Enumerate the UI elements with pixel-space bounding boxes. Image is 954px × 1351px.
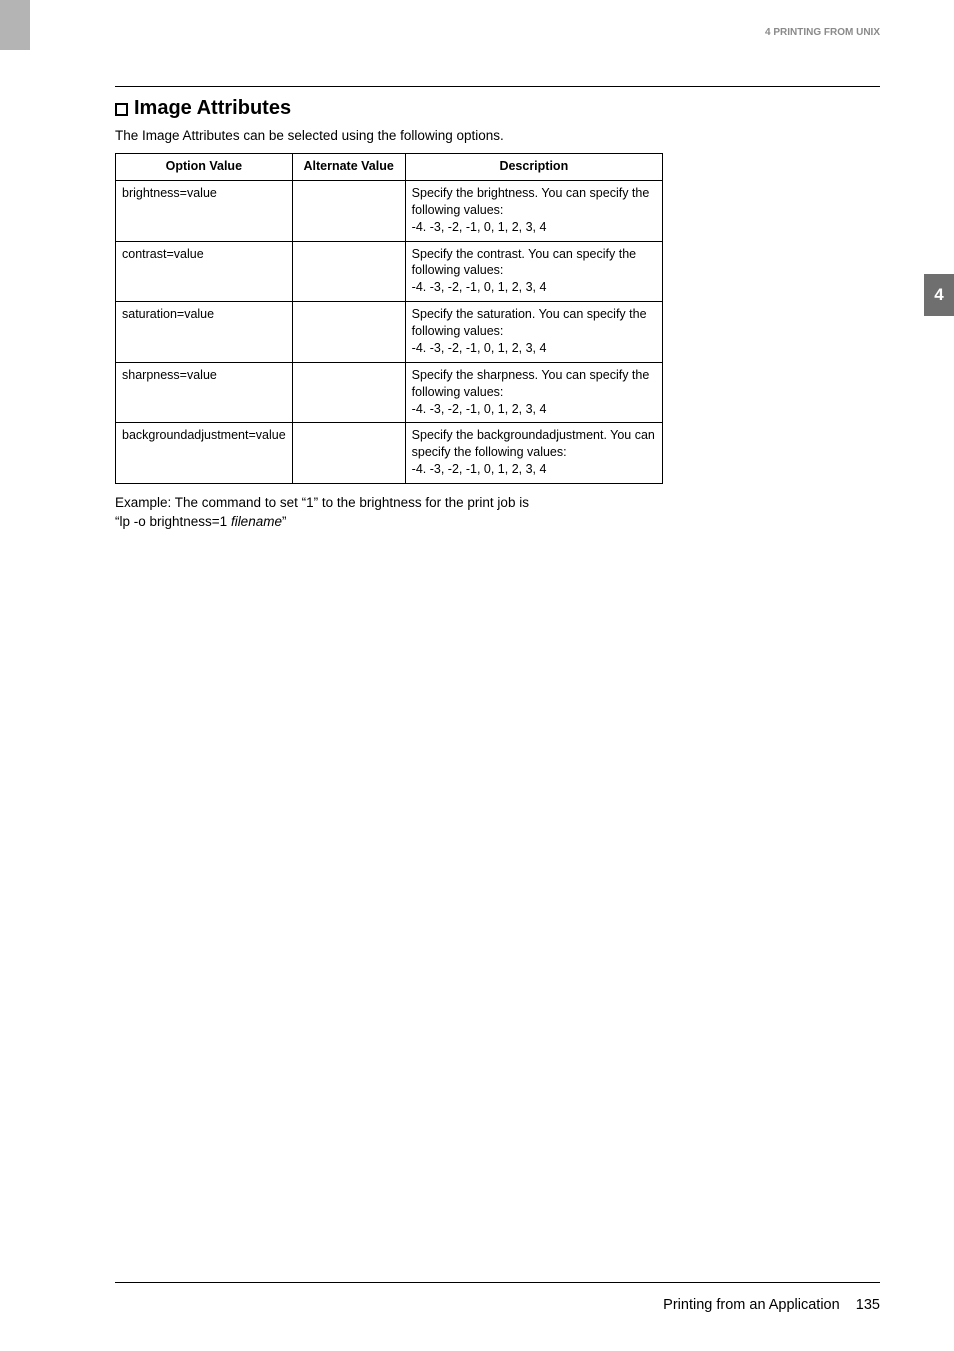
cell-option: sharpness=value <box>116 362 293 423</box>
col-header-option: Option Value <box>116 154 293 181</box>
desc-text-1: Specify the brightness. You can specify … <box>412 186 650 217</box>
example-line2-post: ” <box>282 514 287 529</box>
example-line1: Example: The command to set “1” to the b… <box>115 495 529 510</box>
cell-description: Specify the backgroundadjustment. You ca… <box>405 423 662 484</box>
desc-text-1: Specify the contrast. You can specify th… <box>412 247 636 278</box>
cell-alternate <box>292 302 405 363</box>
cell-alternate <box>292 362 405 423</box>
page-content: Image Attributes The Image Attributes ca… <box>115 86 880 531</box>
col-header-alternate: Alternate Value <box>292 154 405 181</box>
cell-option: saturation=value <box>116 302 293 363</box>
desc-text-1: Specify the saturation. You can specify … <box>412 307 647 338</box>
intro-text: The Image Attributes can be selected usi… <box>115 128 880 143</box>
desc-text-2: -4. -3, -2, -1, 0, 1, 2, 3, 4 <box>412 402 547 416</box>
example-line2-pre: “lp -o brightness=1 <box>115 514 231 529</box>
cell-description: Specify the sharpness. You can specify t… <box>405 362 662 423</box>
footer-text: Printing from an Application 135 <box>115 1297 880 1313</box>
header-bar: 4 PRINTING FROM UNIX <box>30 0 954 50</box>
square-bullet-icon <box>115 103 128 116</box>
table-row: brightness=value Specify the brightness.… <box>116 180 663 241</box>
desc-text-2: -4. -3, -2, -1, 0, 1, 2, 3, 4 <box>412 280 547 294</box>
table-header-row: Option Value Alternate Value Description <box>116 154 663 181</box>
table-row: backgroundadjustment=value Specify the b… <box>116 423 663 484</box>
desc-text-2: -4. -3, -2, -1, 0, 1, 2, 3, 4 <box>412 220 547 234</box>
table-row: contrast=value Specify the contrast. You… <box>116 241 663 302</box>
cell-alternate <box>292 423 405 484</box>
cell-option: contrast=value <box>116 241 293 302</box>
cell-alternate <box>292 180 405 241</box>
cell-option: backgroundadjustment=value <box>116 423 293 484</box>
example-text: Example: The command to set “1” to the b… <box>115 494 880 531</box>
desc-text-2: -4. -3, -2, -1, 0, 1, 2, 3, 4 <box>412 462 547 476</box>
cell-description: Specify the brightness. You can specify … <box>405 180 662 241</box>
footer-section-label: Printing from an Application <box>663 1297 840 1313</box>
section-title-row: Image Attributes <box>115 97 880 120</box>
example-line2-italic: filename <box>231 514 282 529</box>
cell-description: Specify the saturation. You can specify … <box>405 302 662 363</box>
side-chapter-tab: 4 <box>924 274 954 316</box>
table-row: saturation=value Specify the saturation.… <box>116 302 663 363</box>
chapter-header-label: 4 PRINTING FROM UNIX <box>765 27 880 38</box>
page-footer: Printing from an Application 135 <box>115 1282 880 1313</box>
table-row: sharpness=value Specify the sharpness. Y… <box>116 362 663 423</box>
left-stripe <box>0 0 30 50</box>
cell-option: brightness=value <box>116 180 293 241</box>
desc-text-1: Specify the backgroundadjustment. You ca… <box>412 428 655 459</box>
desc-text-1: Specify the sharpness. You can specify t… <box>412 368 650 399</box>
col-header-description: Description <box>405 154 662 181</box>
side-chapter-number: 4 <box>934 285 943 305</box>
desc-text-2: -4. -3, -2, -1, 0, 1, 2, 3, 4 <box>412 341 547 355</box>
divider-top <box>115 86 880 87</box>
footer-page-number: 135 <box>856 1297 880 1313</box>
cell-alternate <box>292 241 405 302</box>
divider-bottom <box>115 1282 880 1283</box>
image-attributes-table: Option Value Alternate Value Description… <box>115 153 663 484</box>
cell-description: Specify the contrast. You can specify th… <box>405 241 662 302</box>
section-title: Image Attributes <box>134 97 291 120</box>
